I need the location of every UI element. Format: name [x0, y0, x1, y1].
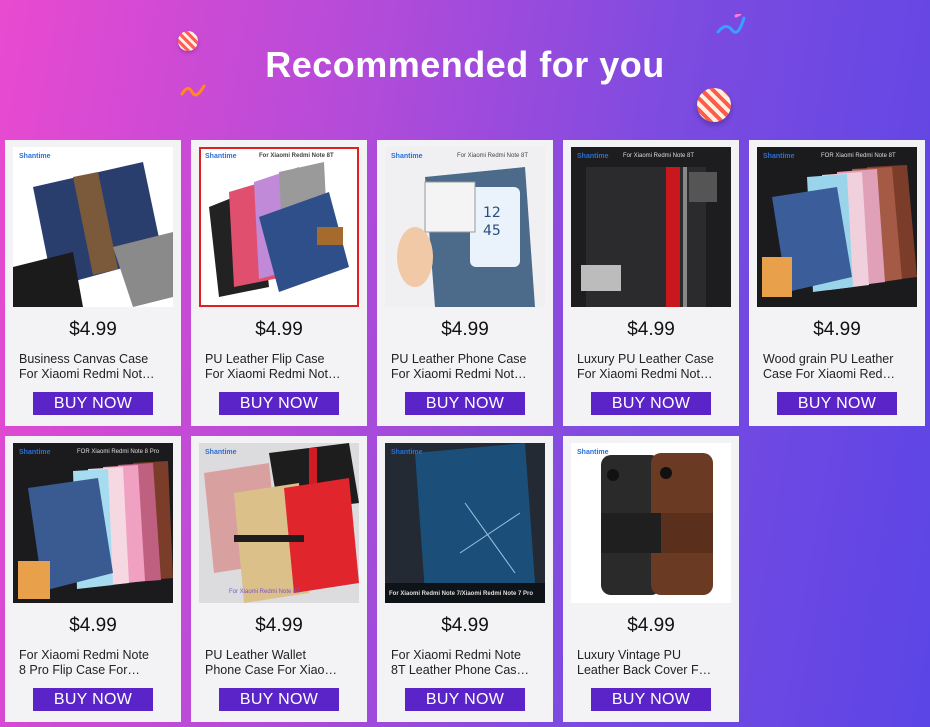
page-title: Recommended for you: [265, 44, 665, 85]
product-price: $4.99: [627, 615, 675, 636]
model-label: For Xiaomi Redmi Note 8T: [457, 153, 529, 159]
product-title[interactable]: PU Leather Wallet Phone Case For Xiao…: [199, 648, 359, 678]
brand-label: Shantime: [391, 153, 423, 160]
product-card[interactable]: Shantime $4.99 Luxury Vintage PU Leather…: [563, 436, 739, 722]
model-label: For Xiaomi Redmi Note 8T: [623, 153, 695, 159]
model-label: FOR Xiaomi Redmi Note 8 Pro: [77, 449, 160, 455]
product-card[interactable]: Shantime FOR Xiaomi Redmi Note 8T $4.99 …: [749, 140, 925, 426]
product-price: $4.99: [255, 615, 303, 636]
product-card[interactable]: 12 45 Shantime For Xiaomi Redmi Note 8T …: [377, 140, 553, 426]
product-title[interactable]: Business Canvas Case For Xiaomi Redmi No…: [13, 352, 173, 382]
buy-now-button[interactable]: BUY NOW: [33, 688, 153, 711]
product-image[interactable]: Shantime FOR Xiaomi Redmi Note 8T: [757, 147, 917, 307]
buy-now-button[interactable]: BUY NOW: [219, 392, 339, 415]
product-image[interactable]: Shantime For Xiaomi Redmi Note 8T: [571, 147, 731, 307]
brand-label: Shantime: [19, 449, 51, 456]
product-card[interactable]: Shantime FOR Xiaomi Redmi Note 8 Pro $4.…: [5, 436, 181, 722]
brand-label: Shantime: [19, 153, 51, 160]
product-image[interactable]: Shantime: [571, 443, 731, 603]
product-image[interactable]: Shantime For Xiaomi Redmi Note 7/Xiaomi …: [385, 443, 545, 603]
product-price: $4.99: [441, 319, 489, 340]
buy-now-button[interactable]: BUY NOW: [33, 392, 153, 415]
buy-now-button[interactable]: BUY NOW: [405, 688, 525, 711]
product-title[interactable]: Wood grain PU Leather Case For Xiaomi Re…: [757, 352, 917, 382]
product-price: $4.99: [441, 615, 489, 636]
product-card[interactable]: Shantime For Xiaomi Redmi Note 8T $4.99 …: [563, 140, 739, 426]
product-price: $4.99: [69, 319, 117, 340]
product-price: $4.99: [813, 319, 861, 340]
product-card[interactable]: Shantime For Xiaomi Redmi Note 8T $4.99 …: [191, 140, 367, 426]
model-label: FOR Xiaomi Redmi Note 8T: [821, 153, 896, 159]
product-image[interactable]: Shantime For Xiaomi Redmi Note 8T: [199, 147, 359, 307]
buy-now-button[interactable]: BUY NOW: [591, 688, 711, 711]
product-card[interactable]: Shantime For Xiaomi Redmi Note 8T $4.99 …: [191, 436, 367, 722]
product-price: $4.99: [255, 319, 303, 340]
product-price: $4.99: [69, 615, 117, 636]
brand-label: Shantime: [577, 449, 609, 456]
product-image[interactable]: 12 45 Shantime For Xiaomi Redmi Note 8T: [385, 147, 545, 307]
decorative-ball-large: [697, 88, 731, 122]
product-price: $4.99: [627, 319, 675, 340]
product-image[interactable]: Shantime FOR Xiaomi Redmi Note 8 Pro: [13, 443, 173, 603]
product-title[interactable]: Luxury PU Leather Case For Xiaomi Redmi …: [571, 352, 731, 382]
product-image[interactable]: Shantime For Xiaomi Redmi Note 8T: [199, 443, 359, 603]
buy-now-button[interactable]: BUY NOW: [591, 392, 711, 415]
product-title[interactable]: PU Leather Flip Case For Xiaomi Redmi No…: [199, 352, 359, 382]
svg-text:45: 45: [483, 223, 501, 239]
svg-text:12: 12: [483, 205, 501, 221]
model-label: For Xiaomi Redmi Note 8T: [229, 589, 301, 595]
product-image[interactable]: Shantime: [13, 147, 173, 307]
model-label: For Xiaomi Redmi Note 7/Xiaomi Redmi Not…: [389, 591, 534, 597]
confetti-ribbon-icon: [716, 14, 746, 34]
model-label: For Xiaomi Redmi Note 8T: [259, 153, 334, 159]
brand-label: Shantime: [763, 153, 795, 160]
brand-label: Shantime: [205, 449, 237, 456]
product-title[interactable]: Luxury Vintage PU Leather Back Cover F…: [571, 648, 731, 678]
product-title[interactable]: For Xiaomi Redmi Note 8 Pro Flip Case Fo…: [13, 648, 173, 678]
product-title[interactable]: For Xiaomi Redmi Note 8T Leather Phone C…: [385, 648, 545, 678]
buy-now-button[interactable]: BUY NOW: [219, 688, 339, 711]
product-card[interactable]: Shantime For Xiaomi Redmi Note 7/Xiaomi …: [377, 436, 553, 722]
product-title[interactable]: PU Leather Phone Case For Xiaomi Redmi N…: [385, 352, 545, 382]
brand-label: Shantime: [577, 153, 609, 160]
brand-label: Shantime: [391, 449, 423, 456]
buy-now-button[interactable]: BUY NOW: [405, 392, 525, 415]
buy-now-button[interactable]: BUY NOW: [777, 392, 897, 415]
product-card[interactable]: Shantime $4.99 Business Canvas Case For …: [5, 140, 181, 426]
brand-label: Shantime: [205, 153, 237, 160]
